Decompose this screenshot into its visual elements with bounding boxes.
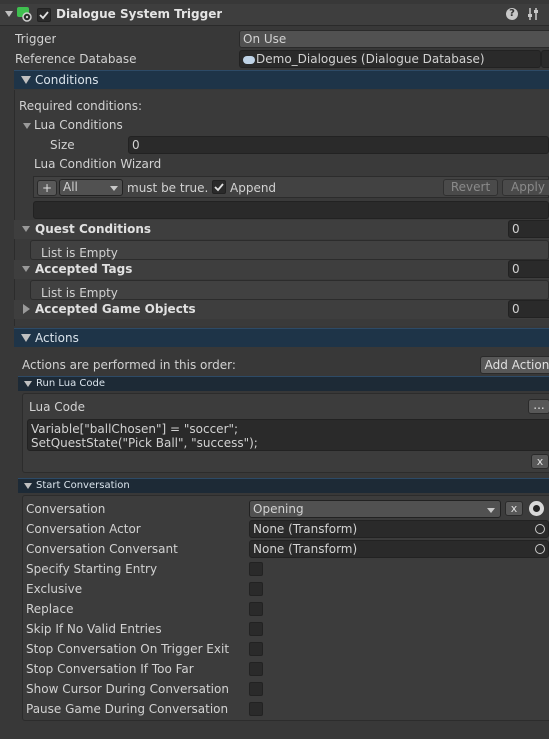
wizard-must-be-true-label: must be true.	[127, 181, 209, 195]
conditions-foldout-arrow	[21, 76, 31, 84]
wizard-apply-button[interactable]: Apply	[502, 179, 549, 196]
wizard-mode-dropdown[interactable]: All	[59, 179, 123, 196]
option-exclusive-checkbox[interactable]	[249, 582, 263, 596]
conversation-actor-value: None (Transform)	[253, 522, 358, 536]
required-conditions-label: Required conditions:	[19, 99, 142, 113]
wizard-expression-field[interactable]	[33, 201, 549, 219]
start-conversation-foldout-arrow	[24, 483, 32, 489]
reference-database-field[interactable]: Demo_Dialogues (Dialogue Database)	[239, 50, 541, 68]
lua-code-editor[interactable]: Variable["ballChosen"] = "soccer"; SetQu…	[27, 419, 549, 451]
conversation-conversant-value: None (Transform)	[253, 542, 358, 556]
option-stop-on-trigger-exit-label: Stop Conversation On Trigger Exit	[26, 642, 230, 656]
option-stop-if-too-far-checkbox[interactable]	[249, 662, 263, 676]
lua-code-more-button[interactable]: ...	[528, 399, 549, 414]
option-replace-checkbox[interactable]	[249, 602, 263, 616]
actions-title: Actions	[35, 331, 79, 345]
conversation-picker-icon[interactable]	[529, 501, 544, 516]
quest-conditions-count[interactable]: 0	[508, 220, 549, 238]
accepted-game-objects-count[interactable]: 0	[508, 300, 549, 318]
accepted-tags-count-value: 0	[512, 262, 520, 276]
wizard-append-label: Append	[230, 181, 277, 195]
option-stop-on-trigger-exit-checkbox[interactable]	[249, 642, 263, 656]
object-picker-icon[interactable]	[535, 544, 545, 554]
accepted-tags-label: Accepted Tags	[35, 262, 133, 276]
run-lua-title: Run Lua Code	[36, 378, 105, 389]
actions-order-label: Actions are performed in this order:	[22, 358, 236, 372]
run-lua-code-header[interactable]: Run Lua Code	[18, 376, 549, 391]
trigger-label: Trigger	[15, 32, 57, 46]
wizard-revert-button[interactable]: Revert	[443, 179, 498, 196]
accepted-game-objects-foldout-arrow[interactable]	[23, 304, 30, 314]
reference-database-value: Demo_Dialogues (Dialogue Database)	[256, 52, 485, 66]
lua-code-line: Variable["ballChosen"] = "soccer";	[31, 422, 239, 436]
add-action-button[interactable]: Add Action	[480, 356, 549, 374]
lua-conditions-foldout-arrow[interactable]	[23, 123, 31, 129]
settings-icon[interactable]	[526, 7, 540, 21]
lua-conditions-label: Lua Conditions	[34, 118, 123, 132]
actions-header[interactable]: Actions	[14, 328, 549, 347]
remove-run-lua-button[interactable]: x	[531, 454, 549, 469]
component-title: Dialogue System Trigger	[56, 7, 223, 21]
component-enabled-checkbox[interactable]	[37, 8, 51, 22]
conversation-dropdown[interactable]: Opening	[249, 500, 501, 518]
accepted-tags-count[interactable]: 0	[508, 260, 549, 278]
trigger-value: On Use	[243, 32, 287, 46]
lua-code-label: Lua Code	[29, 400, 85, 414]
option-pause-game-checkbox[interactable]	[249, 702, 263, 716]
clear-conversation-button[interactable]: x	[505, 501, 523, 516]
accepted-game-objects-count-value: 0	[512, 302, 520, 316]
quest-conditions-count-value: 0	[512, 222, 520, 236]
option-exclusive-label: Exclusive	[26, 582, 83, 596]
option-specify-starting-entry-label: Specify Starting Entry	[26, 562, 158, 576]
wizard-append-checkbox[interactable]	[212, 180, 226, 194]
option-show-cursor-checkbox[interactable]	[249, 682, 263, 696]
quest-conditions-foldout-arrow[interactable]	[22, 226, 30, 232]
conversation-conversant-label: Conversation Conversant	[26, 542, 178, 556]
foldout-arrow[interactable]	[5, 11, 13, 17]
option-show-cursor-label: Show Cursor During Conversation	[26, 682, 229, 696]
lua-size-value: 0	[132, 138, 140, 152]
actions-foldout-arrow	[21, 334, 31, 342]
conditions-title: Conditions	[35, 73, 99, 87]
conversation-actor-field[interactable]: None (Transform)	[249, 520, 549, 538]
option-stop-if-too-far-label: Stop Conversation If Too Far	[26, 662, 194, 676]
start-conversation-header[interactable]: Start Conversation	[18, 478, 549, 493]
lua-size-field[interactable]: 0	[128, 136, 549, 154]
option-specify-starting-entry-checkbox[interactable]	[249, 562, 263, 576]
lua-code-line: SetQuestState("Pick Ball", "success");	[31, 436, 258, 450]
wizard-mode-value: All	[63, 180, 78, 194]
accepted-tags-empty-text: List is Empty	[41, 286, 118, 300]
start-conversation-title: Start Conversation	[36, 480, 130, 491]
conversation-conversant-field[interactable]: None (Transform)	[249, 540, 549, 558]
option-pause-game-label: Pause Game During Conversation	[26, 702, 229, 716]
option-replace-label: Replace	[26, 602, 74, 616]
run-lua-foldout-arrow	[24, 381, 32, 387]
conditions-header[interactable]: Conditions	[14, 70, 549, 89]
lua-wizard-label: Lua Condition Wizard	[34, 157, 162, 171]
conversation-label: Conversation	[26, 502, 106, 516]
lua-size-label: Size	[50, 138, 75, 152]
object-picker-icon[interactable]	[535, 524, 545, 534]
component-header: Dialogue System Trigger ?	[0, 4, 549, 26]
accepted-tags-foldout-arrow[interactable]	[22, 266, 30, 272]
chevron-down-icon	[487, 508, 495, 513]
component-script-icon	[16, 6, 32, 22]
trigger-dropdown[interactable]: On Use	[239, 30, 549, 48]
reference-database-picker[interactable]	[541, 50, 549, 68]
help-icon[interactable]: ?	[506, 8, 518, 20]
reference-database-label: Reference Database	[15, 52, 137, 66]
conversation-actor-label: Conversation Actor	[26, 522, 141, 536]
quest-conditions-empty-text: List is Empty	[41, 246, 118, 260]
quest-conditions-label: Quest Conditions	[35, 222, 152, 236]
conversation-value: Opening	[253, 502, 304, 516]
accepted-game-objects-label: Accepted Game Objects	[35, 302, 196, 316]
chevron-down-icon	[110, 186, 118, 191]
option-skip-if-no-valid-entries-label: Skip If No Valid Entries	[26, 622, 162, 636]
option-skip-if-no-valid-entries-checkbox[interactable]	[249, 622, 263, 636]
database-icon	[243, 55, 255, 64]
wizard-add-button[interactable]: +	[37, 180, 57, 196]
